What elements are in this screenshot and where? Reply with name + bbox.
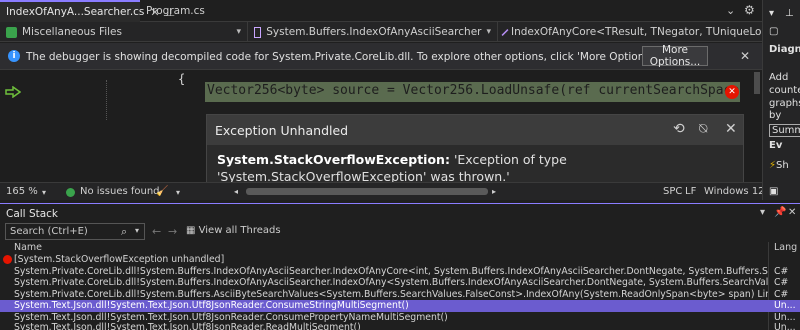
decompiled-info-bar: i The debugger is showing decompiled cod… <box>0 43 762 70</box>
code-brace: { <box>178 72 186 86</box>
call-stack-title-bar: Call Stack ▾ 📌 ✕ <box>0 203 800 223</box>
diagnostics-title: Diagn <box>769 44 800 55</box>
arrow-left-icon[interactable]: ← <box>152 225 161 238</box>
chevron-down-icon[interactable]: ▾ <box>135 226 139 235</box>
call-stack-row[interactable]: [System.StackOverflowException unhandled… <box>0 254 800 266</box>
type-label: System.Buffers.IndexOfAnyAsciiSearcher <box>266 26 482 38</box>
exception-type: System.StackOverflowException: <box>217 152 450 167</box>
tab-indexofanyasciisearcher[interactable]: IndexOfAnyA...Searcher.cs ✕ ⊥ <box>0 0 175 22</box>
member-dropdown[interactable]: IndexOfAnyCore<TResult, TNegator, TUniqu… <box>498 22 762 42</box>
call-stack-row-selected[interactable]: System.Text.Json.dll!System.Text.Json.Ut… <box>0 300 800 312</box>
tab-list-dropdown-icon[interactable]: ⌄ <box>726 4 735 17</box>
call-stack-row[interactable]: System.Text.Json.dll!System.Text.Json.Ut… <box>0 322 800 330</box>
whitespace-indicator[interactable]: SPC <box>663 186 682 197</box>
pin-off-icon[interactable]: ⍉ <box>699 121 707 137</box>
tab-label: IndexOfAnyA...Searcher.cs <box>6 6 145 18</box>
csharp-file-icon <box>6 26 17 38</box>
current-code-line[interactable]: Vector256<byte> source = Vector256.LoadU… <box>207 83 739 98</box>
dropdown-icon[interactable]: ▾ <box>769 8 774 19</box>
more-options-button[interactable]: More Options... <box>642 44 708 68</box>
call-stack-row[interactable]: System.Private.CoreLib.dll!System.Buffer… <box>0 277 800 289</box>
scroll-left-icon[interactable]: ◂ <box>234 187 238 196</box>
lightning-icon: ⚡ <box>769 160 777 171</box>
editor-tab-strip: IndexOfAnyA...Searcher.cs ✕ ⊥ Program.cs… <box>0 0 762 22</box>
counter-label[interactable]: counter <box>769 85 800 96</box>
tool-windows-icon[interactable]: ▣ <box>769 186 778 197</box>
arrow-right-icon[interactable]: → <box>168 225 177 238</box>
exception-marker-icon[interactable]: ✕ <box>725 85 739 99</box>
call-stack-header: Name Lang <box>0 242 800 254</box>
exception-helper-popup: Exception Unhandled ⟲ ⍉ ✕ System.StackOv… <box>206 114 744 184</box>
close-icon[interactable]: ✕ <box>740 49 750 63</box>
call-stack-search-input[interactable]: Search (Ctrl+E) ⌕ ▾ <box>5 223 145 240</box>
exception-message: System.StackOverflowException: 'Exceptio… <box>217 151 737 185</box>
search-placeholder: Search (Ctrl+E) <box>10 226 88 237</box>
pin-icon[interactable]: 📌 <box>774 207 786 218</box>
issues-status[interactable]: No issues found <box>80 186 160 197</box>
summary-tab[interactable]: Summ <box>769 124 800 137</box>
column-language[interactable]: Lang <box>774 242 797 253</box>
history-icon[interactable]: ⟲ <box>673 121 685 137</box>
pin-icon[interactable]: ⊥ <box>785 8 794 19</box>
chevron-down-icon[interactable]: ▾ <box>176 188 180 197</box>
project-dropdown[interactable]: Miscellaneous Files ▾ <box>0 22 248 42</box>
indent-guide <box>106 80 107 120</box>
method-icon <box>501 28 509 36</box>
graphs-label[interactable]: graphs <box>769 98 800 109</box>
show-events-label[interactable]: ⚡Sh <box>769 160 789 171</box>
scrollbar-thumb[interactable] <box>754 72 760 94</box>
call-stack-toolbar: Search (Ctrl+E) ⌕ ▾ ← → ▦ View all Threa… <box>0 223 800 241</box>
by-label[interactable]: by <box>769 110 781 121</box>
scroll-right-icon[interactable]: ▸ <box>492 187 496 196</box>
cleanup-brush-icon[interactable]: 🧹 <box>156 186 168 197</box>
execution-pointer-icon <box>5 86 21 98</box>
exception-title: Exception Unhandled <box>215 123 349 138</box>
navigation-bar: Miscellaneous Files ▾ System.Buffers.Ind… <box>0 22 762 42</box>
threads-icon: ▦ <box>186 225 196 236</box>
class-icon <box>254 26 262 38</box>
toolbar-icon[interactable]: ▢ <box>769 26 778 37</box>
member-label: IndexOfAnyCore<TResult, TNegator, TUniqu… <box>511 26 762 38</box>
add-label[interactable]: Add <box>769 72 788 83</box>
call-stack-title: Call Stack <box>6 208 59 220</box>
type-dropdown[interactable]: System.Buffers.IndexOfAnyAsciiSearcher ▾ <box>248 22 498 42</box>
close-icon[interactable]: ✕ <box>788 207 796 218</box>
dropdown-icon[interactable]: ▾ <box>760 207 765 218</box>
info-message: The debugger is showing decompiled code … <box>26 51 657 63</box>
info-icon: i <box>8 50 20 62</box>
tab-label: Program.cs <box>146 5 205 17</box>
settings-gear-icon[interactable]: ⚙ <box>744 3 755 17</box>
chevron-down-icon[interactable]: ▾ <box>42 188 46 197</box>
search-icon[interactable]: ⌕ <box>121 225 127 239</box>
chevron-down-icon: ▾ <box>486 27 491 37</box>
exception-icon <box>3 255 12 264</box>
exception-helper-header: Exception Unhandled ⟲ ⍉ ✕ <box>207 115 743 145</box>
project-label: Miscellaneous Files <box>22 26 122 38</box>
events-label: Ev <box>769 140 783 151</box>
status-ok-icon <box>66 188 75 197</box>
zoom-level[interactable]: 165 % <box>6 186 38 197</box>
column-name[interactable]: Name <box>14 242 42 253</box>
line-ending-indicator[interactable]: LF <box>685 186 696 197</box>
diagnostic-tools-panel: ▾ ⊥ ▢ Diagn Add counter graphs by Summ E… <box>762 0 800 200</box>
editor-status-bar: 165 % ▾ No issues found 🧹 ▾ ◂ ▸ SPC LF W… <box>0 182 777 200</box>
close-icon[interactable]: ✕ <box>725 121 737 137</box>
call-stack-row[interactable]: System.Private.CoreLib.dll!System.Buffer… <box>0 266 800 278</box>
call-stack-row[interactable]: System.Private.CoreLib.dll!System.Buffer… <box>0 289 800 301</box>
chevron-down-icon: ▾ <box>236 27 241 37</box>
horizontal-scrollbar-thumb[interactable] <box>246 188 488 195</box>
view-all-threads-button[interactable]: ▦ View all Threads <box>186 225 281 236</box>
tab-program-cs[interactable]: Program.cs <box>140 0 210 22</box>
